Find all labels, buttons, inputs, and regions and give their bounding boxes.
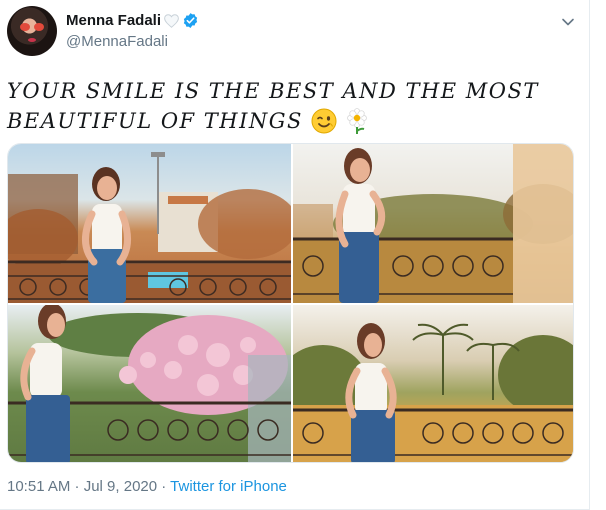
tweet-footer: 10:51 AM · Jul 9, 2020 · Twitter for iPh…: [7, 478, 287, 495]
avatar-sunglasses: [20, 23, 44, 31]
winking-face-emoji: [311, 108, 337, 142]
author-display-name[interactable]: Menna Fadali: [66, 12, 161, 29]
photo-2-scene: [293, 144, 573, 303]
avatar-lips: [28, 38, 36, 42]
white-heart-icon: [164, 13, 179, 28]
author-name-row[interactable]: Menna Fadali: [66, 12, 199, 29]
photo-3-scene: [8, 305, 291, 462]
photo-1-scene: [8, 152, 291, 303]
tweet-source-link[interactable]: Twitter for iPhone: [170, 478, 287, 495]
author-handle[interactable]: @MennaFadali: [66, 33, 168, 50]
tweet-card[interactable]: Menna Fadali @MennaFadali YOUR SMILE IS …: [0, 0, 590, 510]
photo-1[interactable]: [8, 144, 291, 303]
media-grid[interactable]: [7, 143, 574, 463]
footer-separator: ·: [157, 478, 171, 495]
photo-4-scene: [293, 323, 573, 462]
tweet-timestamp[interactable]: 10:51 AM · Jul 9, 2020: [7, 478, 157, 495]
tweet-text: YOUR SMILE IS THE BEST AND THE MOST BEAU…: [7, 76, 567, 142]
flower-emoji: [345, 108, 369, 142]
photo-3[interactable]: [8, 305, 291, 462]
photo-2[interactable]: [293, 144, 573, 303]
avatar[interactable]: [7, 6, 57, 56]
photo-4[interactable]: [293, 305, 573, 462]
tweet-text-content: YOUR SMILE IS THE BEST AND THE MOST BEAU…: [7, 79, 539, 133]
verified-badge-icon: [183, 13, 198, 28]
chevron-down-icon[interactable]: [560, 14, 576, 30]
